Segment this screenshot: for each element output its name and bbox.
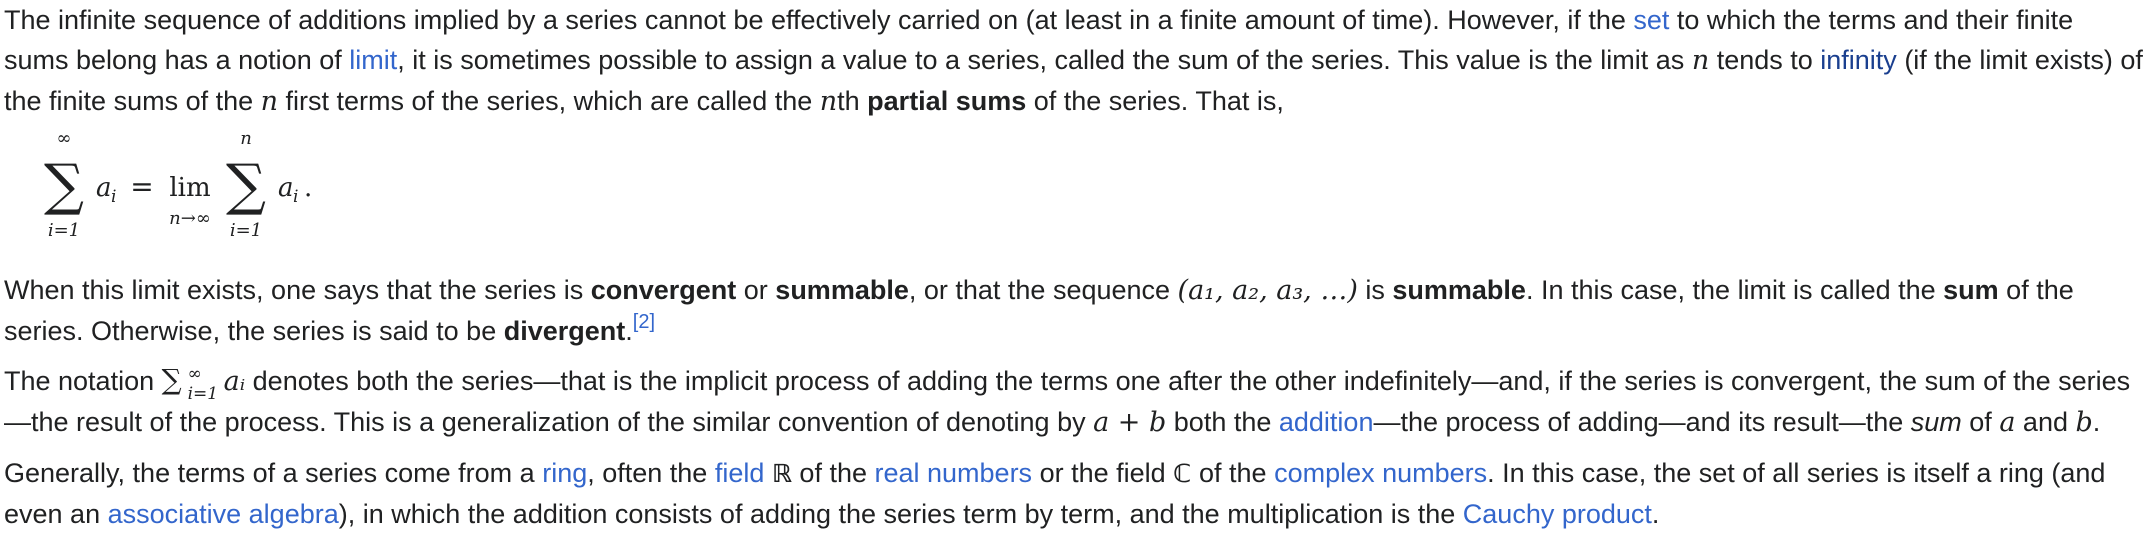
text: Generally, the terms of a series come fr… [4, 458, 543, 488]
italic-sum: sum [1910, 407, 1962, 437]
link-associative-algebra[interactable]: associative algebra [108, 499, 339, 529]
sum-lower-limit: i=1 [48, 220, 80, 241]
term-subscript: i [293, 187, 298, 207]
limit-of-partial-sums-formula: ∞ ∑ i=1 a i = lim n→∞ n ∑ i=1 a i . [44, 128, 312, 241]
text: both the [1166, 407, 1279, 437]
variable-a: a [1999, 407, 2016, 438]
link-infinity[interactable]: infinity [1820, 45, 1897, 75]
text: , or that the sequence [908, 275, 1178, 305]
math-sequence: (a₁, a₂, a₃, …) [1177, 275, 1358, 306]
variable-b: b [2075, 407, 2093, 438]
text: of the series. That is, [1026, 86, 1284, 116]
link-ring[interactable]: ring [542, 458, 587, 488]
term-summable: summable [1392, 275, 1526, 305]
term-sum: sum [1943, 275, 1999, 305]
display-formula: ∞ ∑ i=1 a i = lim n→∞ n ∑ i=1 a i . [4, 122, 2144, 252]
symbol-complex-numbers: ℂ [1173, 459, 1192, 488]
link-field[interactable]: field [715, 458, 765, 488]
term-divergent: divergent [503, 316, 626, 346]
variable-n: n [1691, 45, 1710, 76]
text: , often the [587, 458, 715, 488]
text: When this limit exists, one says that th… [4, 275, 591, 305]
sum-lower-limit: i=1 [230, 220, 262, 241]
text: —the process of adding—and its result—th… [1373, 407, 1911, 437]
term-subscript: i [111, 187, 116, 207]
text: The infinite sequence of additions impli… [4, 5, 1634, 35]
term-convergent: convergent [590, 275, 737, 305]
formula-period: . [304, 173, 312, 203]
text: . In this case, the limit is called the [1525, 275, 1944, 305]
link-set[interactable]: set [1633, 5, 1669, 35]
text: or [736, 275, 776, 305]
article-content: The infinite sequence of additions impli… [4, 0, 2144, 534]
sum-term: aᵢ [223, 366, 246, 397]
text: . [1651, 499, 1660, 529]
link-complex-numbers[interactable]: complex numbers [1274, 458, 1487, 488]
sigma-symbol: ∑ [161, 363, 182, 396]
term-a: a [278, 173, 294, 203]
text: . [625, 316, 633, 346]
sum-upper-limit: n [240, 128, 252, 149]
text: of the [1191, 458, 1275, 488]
text: , it is sometimes possible to assign a v… [397, 45, 1692, 75]
text: of [1961, 407, 2000, 437]
text: or the field [1032, 458, 1174, 488]
text: first terms of the series, which are cal… [278, 86, 820, 116]
paragraph-convergent: When this limit exists, one says that th… [4, 270, 2144, 351]
term-partial-sums: partial sums [867, 86, 1027, 116]
inline-sum-notation: ∑ ∞ i=1 [162, 363, 224, 404]
paragraph-notation: The notation ∑ ∞ i=1 aᵢ denotes both the se… [4, 361, 2144, 443]
text: of the [791, 458, 875, 488]
text: tends to [1709, 45, 1821, 75]
term-summable: summable [775, 275, 909, 305]
paragraph-rings: Generally, the terms of a series come fr… [4, 453, 2144, 534]
text: th [837, 86, 868, 116]
text: ), in which the addition consists of add… [338, 499, 1463, 529]
sigma-symbol: ∑ [44, 153, 84, 218]
lim-subscript: n→∞ [169, 208, 211, 229]
symbol-real-numbers: ℝ [771, 459, 792, 488]
link-addition[interactable]: addition [1279, 407, 1374, 437]
math-a-plus-b: a + b [1093, 407, 1167, 438]
text: and [2015, 407, 2076, 437]
variable-n: n [819, 86, 838, 117]
text: The notation [4, 366, 162, 396]
sum-lower-limit: i=1 [187, 384, 219, 404]
lim-operator: lim [169, 173, 210, 203]
equals-sign: = [130, 170, 153, 203]
text: . [2092, 407, 2101, 437]
reference-link[interactable]: [2] [633, 311, 655, 333]
sum-upper-limit: ∞ [57, 128, 72, 149]
sigma-symbol: ∑ [226, 153, 266, 218]
link-cauchy-product[interactable]: Cauchy product [1463, 499, 1652, 529]
paragraph-partial-sums: The infinite sequence of additions impli… [4, 0, 2144, 122]
link-real-numbers[interactable]: real numbers [874, 458, 1032, 488]
variable-n: n [260, 86, 279, 117]
text: is [1357, 275, 1393, 305]
link-limit[interactable]: limit [349, 45, 397, 75]
term-a: a [96, 173, 112, 203]
